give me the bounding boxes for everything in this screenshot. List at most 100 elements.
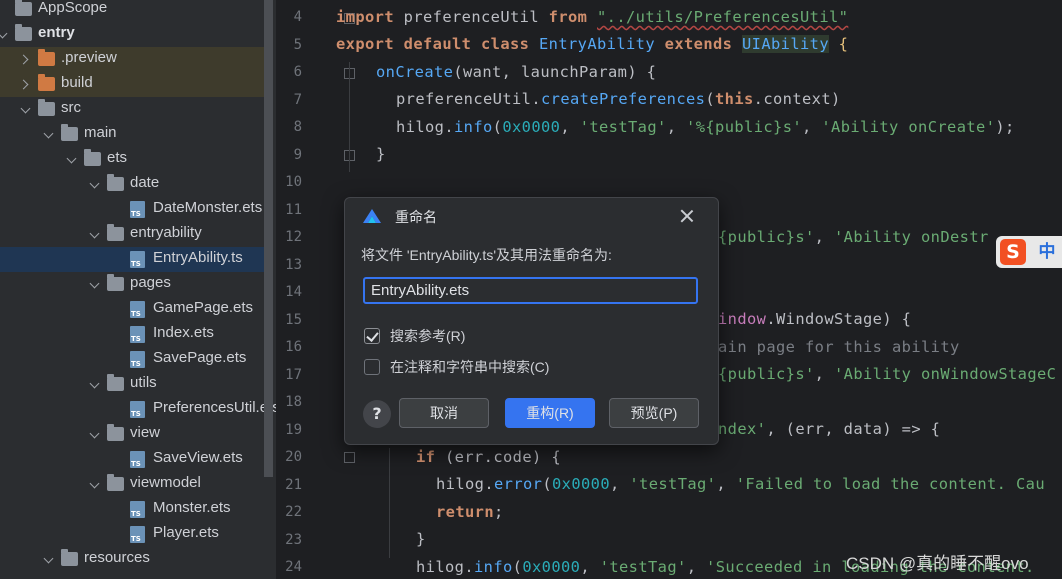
rename-dialog: 重命名 将文件 'EntryAbility.ts'及其用法重命名为: 搜索参考(… [344,197,719,445]
tree-item-label: build [61,74,93,91]
tree-item[interactable]: entryability [0,222,264,247]
tree-item[interactable]: resources [0,547,264,572]
code-line-20: if (err.code) { [416,448,562,466]
chevron-down-icon[interactable] [88,272,102,297]
sogou-logo-icon: S [1000,239,1026,265]
line-number: 15 [285,311,302,328]
line-number: 16 [285,339,302,355]
tree-item[interactable]: view [0,422,264,447]
tree-item-label: Index.ets [153,324,214,341]
cancel-button[interactable]: 取消 [399,398,489,428]
help-button[interactable]: ? [363,400,391,428]
close-icon[interactable] [679,208,695,224]
code-line-12: {public}s', 'Ability onDestr [718,228,989,246]
tree-item[interactable]: DateMonster.ets [0,197,264,222]
search-references-label[interactable]: 搜索参考(R) [390,326,465,346]
tree-item-label: pages [130,274,171,291]
tree-item[interactable]: main [0,122,264,147]
chevron-down-icon[interactable] [42,547,56,572]
tree-item[interactable]: EntryAbility.ts [0,247,264,272]
tree-item[interactable]: date [0,172,264,197]
folder-icon [107,174,124,191]
tree-item[interactable]: entry [0,22,264,47]
line-number: 18 [285,394,302,410]
tree-item-label: entry [38,24,75,41]
code-line-7: preferenceUtil.createPreferences(this.co… [396,90,841,108]
code-line-19: ndex', (err, data) => { [718,420,941,438]
chevron-down-icon[interactable] [0,22,10,47]
tree-item[interactable]: utils [0,372,264,397]
chevron-down-icon[interactable] [88,222,102,247]
code-line-6: onCreate(want, launchParam) { [376,63,657,81]
chevron-down-icon[interactable] [88,372,102,397]
tree-item-label: SavePage.ets [153,349,247,366]
typescript-file-icon [130,351,145,368]
preview-button[interactable]: 预览(P) [609,398,699,428]
tree-item-label: utils [130,374,157,391]
line-number: 21 [285,476,302,493]
ime-toolbar[interactable]: S [996,236,1032,268]
line-number: 14 [285,284,302,300]
search-comments-label[interactable]: 在注释和字符串中搜索(C) [390,357,549,377]
typescript-file-icon [130,451,145,468]
tree-scrollbar[interactable] [264,0,273,477]
typescript-file-icon [130,326,145,343]
code-line-15: indow.WindowStage) { [718,310,912,328]
line-number: 4 [293,9,302,25]
folder-icon [107,424,124,441]
folder-icon [107,474,124,491]
rename-prompt: 将文件 'EntryAbility.ts'及其用法重命名为: [361,247,612,263]
tree-item[interactable]: Index.ets [0,322,264,347]
tree-item[interactable]: Player.ets [0,522,264,547]
line-number: 13 [285,256,302,273]
watermark: CSDN @真的睡不醒ovo [846,554,1029,573]
tree-item-label: GamePage.ets [153,299,254,316]
typescript-file-icon [130,251,145,268]
tree-item-label: viewmodel [130,474,201,491]
line-number: 7 [293,91,302,108]
line-number: 23 [285,531,302,548]
tree-item[interactable]: viewmodel [0,472,264,497]
tree-item[interactable]: GamePage.ets [0,297,264,322]
chevron-down-icon[interactable] [88,172,102,197]
tree-item[interactable]: .preview [0,47,264,72]
code-line-5: export default class EntryAbility extend… [336,35,849,53]
tree-item[interactable]: PreferencesUtil.ets [0,397,276,422]
chevron-down-icon[interactable] [88,422,102,447]
search-references-checkbox[interactable] [364,328,380,344]
folder-icon [107,374,124,391]
tree-item-label: resources [84,549,150,566]
tree-item[interactable]: Monster.ets [0,497,264,522]
tree-item[interactable]: SavePage.ets [0,347,264,372]
search-comments-checkbox[interactable] [364,359,380,375]
ime-mode-indicator[interactable]: 中 [1032,236,1062,268]
tree-item[interactable]: SaveView.ets [0,447,264,472]
tree-item-label: Monster.ets [153,499,231,516]
module-folder-icon [15,24,32,41]
tree-item-label: Player.ets [153,524,219,541]
typescript-file-icon [130,201,145,218]
line-number: 20 [285,449,302,465]
chevron-down-icon[interactable] [19,97,33,122]
tree-item[interactable]: build [0,72,264,97]
chevron-down-icon[interactable] [42,122,56,147]
tree-item[interactable]: AppScope [0,0,264,22]
folder-icon [61,124,78,141]
refactor-button[interactable]: 重构(R) [505,398,595,428]
tree-item[interactable]: pages [0,272,264,297]
code-line-4: import preferenceUtil from "../utils/Pre… [336,8,849,26]
line-number: 5 [293,36,302,53]
editor-gutter: 4 5 6 7 8 9 10 11 12 13 14 15 16 17 18 19 20 21 22 23 24 [276,0,355,579]
chevron-down-icon[interactable] [88,472,102,497]
indent-guide [389,448,390,558]
tree-item[interactable]: src [0,97,264,122]
new-name-input[interactable] [363,277,698,304]
chevron-right-icon[interactable] [19,72,33,97]
line-number: 11 [285,201,302,218]
folder-icon [61,549,78,566]
chevron-down-icon[interactable] [65,147,79,172]
code-line-8: hilog.info(0x0000, 'testTag', '%{public}… [396,118,1015,136]
code-line-16: ain page for this ability [718,338,960,356]
tree-item[interactable]: ets [0,147,264,172]
chevron-right-icon[interactable] [19,47,33,72]
